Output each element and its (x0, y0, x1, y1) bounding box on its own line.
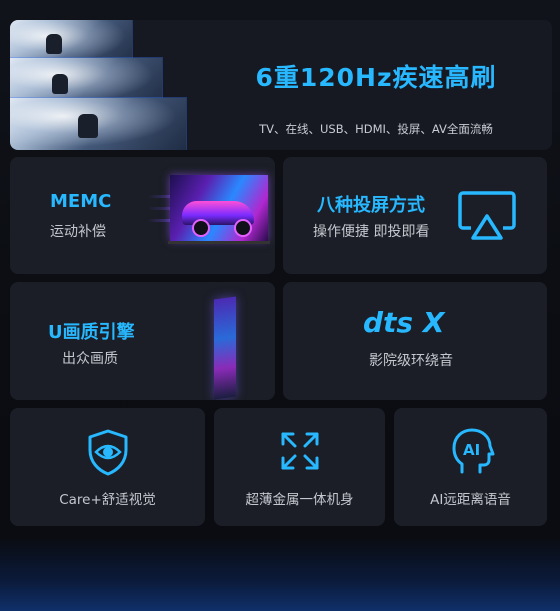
feature-subtitle-audio: 影院级环绕音 (369, 353, 453, 369)
feature-label-ai-voice: AI远距离语音 (430, 492, 511, 508)
feature-subtitle-memc: 运动补偿 (50, 224, 106, 240)
airplay-icon (457, 190, 517, 244)
feature-title-cast: 八种投屏方式 (317, 195, 425, 216)
feature-title-uquality: U画质引擎 (48, 322, 135, 343)
feature-subtitle-cast: 操作便捷 即投即看 (313, 224, 430, 240)
hero-image-panel (10, 98, 186, 150)
svg-text:AI: AI (463, 441, 480, 459)
svg-text:dts X: dts X (363, 307, 446, 337)
feature-card-uquality: U画质引擎 出众画质 (10, 282, 275, 400)
hero-title: 6重120Hz疾速高刷 (255, 63, 497, 92)
feature-card-audio: dts X 影院级环绕音 (283, 282, 547, 400)
feature-subtitle-uquality: 出众画质 (62, 351, 118, 367)
feature-title-memc: MEMC (50, 191, 112, 212)
slim-tv-image (214, 296, 236, 400)
feature-card-slim-body: 超薄金属一体机身 (214, 408, 385, 526)
feature-card-memc: MEMC 运动补偿 (10, 157, 275, 274)
feature-card-care: Care+舒适视觉 (10, 408, 205, 526)
dtsx-logo: dts X (363, 307, 446, 337)
expand-icon (279, 430, 321, 472)
hero-subtitle: TV、在线、USB、HDMI、投屏、AV全面流畅 (259, 122, 493, 136)
memc-tv-car-image (148, 167, 275, 270)
feature-label-care: Care+舒适视觉 (59, 492, 156, 508)
hero-banner: 6重120Hz疾速高刷 TV、在线、USB、HDMI、投屏、AV全面流畅 (10, 20, 552, 150)
feature-card-ai-voice: AI AI远距离语音 (394, 408, 547, 526)
hero-image-stack (10, 20, 210, 150)
eye-shield-icon (86, 428, 130, 476)
ai-voice-head-icon: AI (450, 426, 496, 476)
feature-card-cast: 八种投屏方式 操作便捷 即投即看 (283, 157, 547, 274)
feature-label-slim-body: 超薄金属一体机身 (245, 492, 354, 508)
